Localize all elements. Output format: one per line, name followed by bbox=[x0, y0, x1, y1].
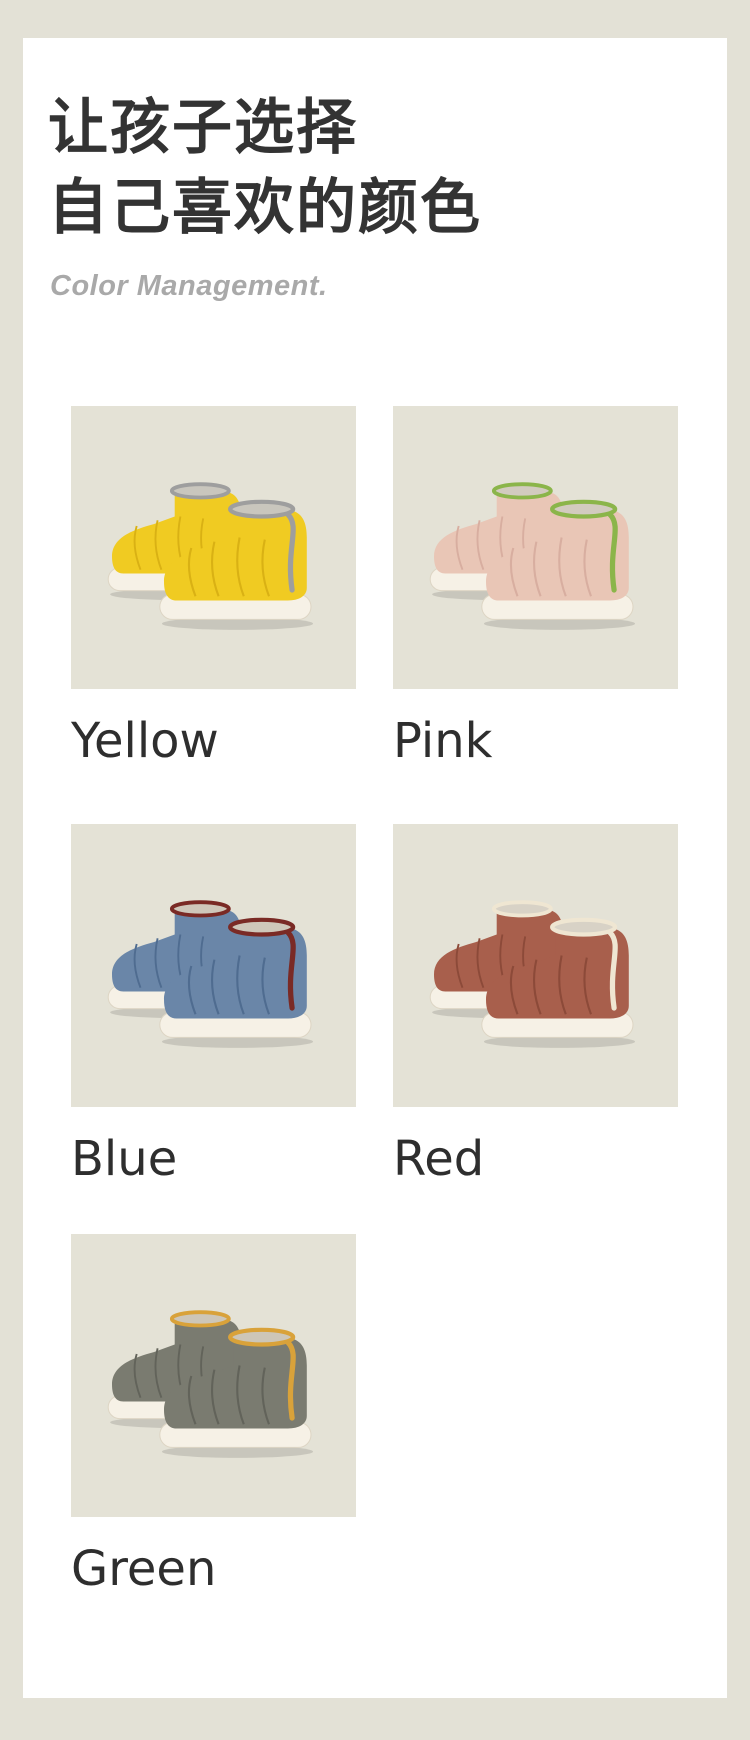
page-title: 让孩子选择 自己喜欢的颜色 bbox=[48, 88, 482, 248]
color-label: Yellow bbox=[71, 713, 219, 769]
product-photo bbox=[71, 1234, 356, 1517]
product-card-yellow[interactable]: Yellow bbox=[71, 406, 356, 769]
color-label: Pink bbox=[393, 713, 493, 769]
color-label: Green bbox=[71, 1541, 217, 1597]
product-photo bbox=[71, 406, 356, 689]
product-card-green[interactable]: Green bbox=[71, 1234, 356, 1597]
product-photo bbox=[71, 824, 356, 1107]
boot-image bbox=[107, 481, 313, 630]
color-label: Red bbox=[393, 1131, 485, 1187]
product-card-blue[interactable]: Blue bbox=[71, 824, 356, 1187]
section-subtitle: Color Management. bbox=[50, 270, 328, 302]
product-photo bbox=[393, 824, 678, 1107]
product-photo bbox=[393, 406, 678, 689]
product-card-pink[interactable]: Pink bbox=[393, 406, 678, 769]
boot-image bbox=[107, 899, 313, 1048]
boot-image bbox=[429, 481, 635, 630]
product-card-red[interactable]: Red bbox=[393, 824, 678, 1187]
title-line-1: 让孩子选择 bbox=[48, 93, 358, 163]
boot-image bbox=[429, 899, 635, 1048]
color-label: Blue bbox=[71, 1131, 178, 1187]
title-line-2: 自己喜欢的颜色 bbox=[48, 173, 482, 243]
boot-image bbox=[107, 1309, 313, 1458]
